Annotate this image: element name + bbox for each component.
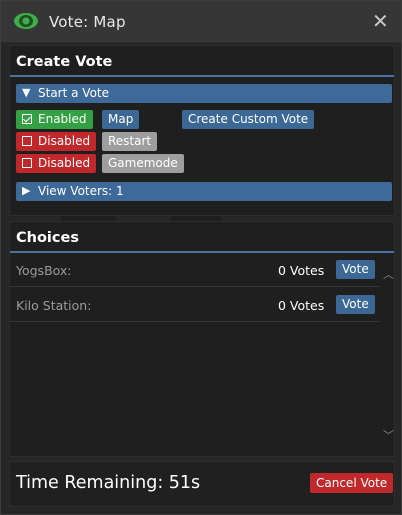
map-vote-button[interactable]: Map [102,110,140,129]
time-remaining: Time Remaining: 51s [16,473,201,493]
chevron-right-icon: ▶ [22,184,31,197]
scroll-up-icon[interactable]: ︿ [383,266,394,282]
chevron-down-icon: ▼ [22,86,31,99]
window-title: Vote: Map [49,13,126,31]
vote-button[interactable]: Vote [336,260,375,279]
view-voters-label: View Voters: 1 [38,184,124,198]
vote-window: Vote: Map ✕ Create Vote ▼ Start a Vote E… [0,0,402,515]
gamemode-vote-button[interactable]: Gamemode [102,154,184,173]
choice-name: YogsBox: [16,263,72,278]
choice-row: Kilo Station: 0 Votes Vote [10,288,380,322]
choices-section: Choices YogsBox: 0 Votes Vote Kilo Stati… [9,221,395,457]
checkbox-unchecked-icon [22,136,32,146]
map-toggle-button[interactable]: Enabled [16,110,93,129]
gamemode-status: Disabled [38,156,91,170]
start-vote-toggle[interactable]: ▼ Start a Vote [16,84,392,103]
create-vote-heading: Create Vote [16,54,113,70]
map-status: Enabled [38,112,87,126]
restart-status: Disabled [38,134,91,148]
scroll-down-icon[interactable]: ﹀ [383,427,394,443]
checkbox-checked-icon [22,114,32,124]
footer-bar: Time Remaining: 51s Cancel Vote [9,461,395,507]
gamemode-toggle-button[interactable]: Disabled [16,154,97,173]
restart-toggle-button[interactable]: Disabled [16,132,97,151]
choice-name: Kilo Station: [16,298,92,313]
choices-heading: Choices [16,230,79,246]
start-vote-label: Start a Vote [38,86,110,100]
cancel-vote-button[interactable]: Cancel Vote [310,473,394,493]
create-custom-vote-button[interactable]: Create Custom Vote [182,110,315,129]
view-voters-toggle[interactable]: ▶ View Voters: 1 [16,182,392,201]
restart-vote-button[interactable]: Restart [102,132,158,151]
checkbox-unchecked-icon [22,158,32,168]
choice-row: YogsBox: 0 Votes Vote [10,253,380,287]
choice-votes: 0 Votes [278,298,325,313]
vote-button[interactable]: Vote [336,295,375,314]
title-bar[interactable]: Vote: Map ✕ [1,1,401,43]
choice-votes: 0 Votes [278,263,325,278]
close-icon[interactable]: ✕ [372,10,389,32]
section-divider [10,75,394,77]
eye-icon [14,13,38,29]
create-vote-section: Create Vote ▼ Start a Vote Enabled Map C… [9,45,395,216]
